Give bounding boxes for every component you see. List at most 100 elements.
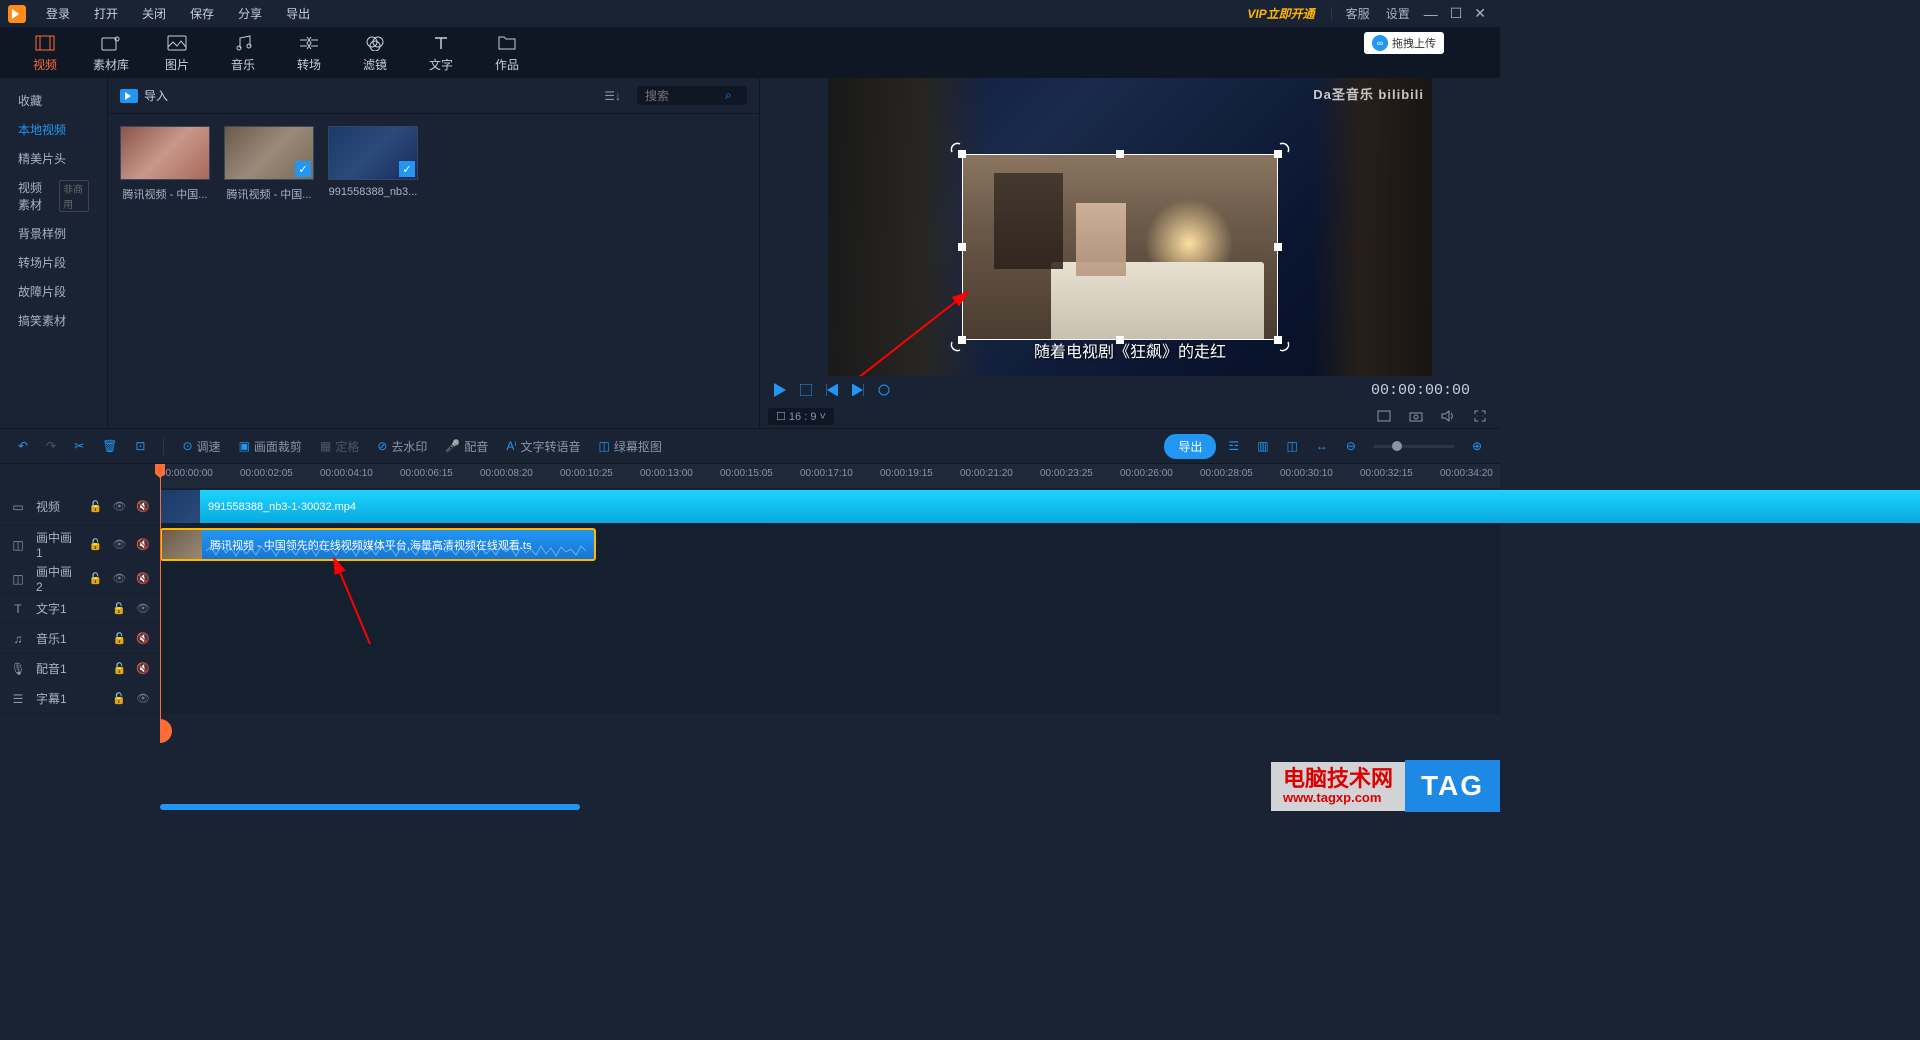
- upload-button[interactable]: ∞ 拖拽上传: [1364, 32, 1444, 54]
- import-button[interactable]: 导入: [120, 87, 168, 104]
- record-button[interactable]: [872, 378, 896, 402]
- tab-works[interactable]: 作品: [474, 33, 540, 73]
- rotate-handle[interactable]: [949, 339, 963, 353]
- lock-icon[interactable]: 🔓: [113, 662, 127, 675]
- stop-button[interactable]: [794, 378, 818, 402]
- media-item[interactable]: ✓ 991558388_nb3...: [328, 126, 418, 198]
- menu-open[interactable]: 打开: [82, 5, 130, 22]
- menu-export[interactable]: 导出: [274, 5, 322, 22]
- nav-local-video[interactable]: 本地视频: [0, 115, 107, 144]
- media-item[interactable]: 腾讯视频 - 中国...: [120, 126, 210, 202]
- menu-close[interactable]: 关闭: [130, 5, 178, 22]
- nav-funny[interactable]: 搞笑素材: [0, 306, 107, 335]
- minimize-icon[interactable]: —: [1418, 6, 1444, 22]
- mute-icon[interactable]: 🔇: [136, 500, 150, 513]
- resize-handle[interactable]: [1116, 336, 1124, 344]
- media-item[interactable]: ✓ 腾讯视频 - 中国...: [224, 126, 314, 202]
- tool-icon-1[interactable]: ☲: [1222, 435, 1245, 457]
- search-box[interactable]: ⌕: [637, 86, 747, 105]
- next-button[interactable]: [846, 378, 870, 402]
- mute-icon[interactable]: 🔇: [136, 538, 150, 551]
- lock-icon[interactable]: 🔓: [113, 632, 127, 645]
- nav-glitch[interactable]: 故障片段: [0, 277, 107, 306]
- video-clip[interactable]: 991558388_nb3-1-30032.mp4: [160, 490, 1920, 523]
- rotate-handle[interactable]: [1277, 339, 1291, 353]
- nav-favorites[interactable]: 收藏: [0, 86, 107, 115]
- fullscreen-icon[interactable]: [1468, 404, 1492, 428]
- prev-button[interactable]: [820, 378, 844, 402]
- lock-icon[interactable]: 🔓: [112, 692, 126, 705]
- support-button[interactable]: 客服: [1338, 5, 1378, 22]
- nav-stock[interactable]: 视频素材非商用: [0, 173, 107, 219]
- tts-button[interactable]: Aⁱ文字转语音: [500, 434, 586, 459]
- camera-icon[interactable]: [1404, 404, 1428, 428]
- crop-split-button[interactable]: ⊡: [129, 435, 151, 457]
- tool-icon-3[interactable]: ◫: [1281, 435, 1304, 457]
- tab-image[interactable]: 图片: [144, 33, 210, 73]
- zoom-out-icon[interactable]: ⊖: [1340, 435, 1362, 457]
- eye-icon[interactable]: 👁: [112, 500, 126, 513]
- timeline-scrollbar[interactable]: [160, 804, 580, 810]
- rotate-handle[interactable]: [949, 141, 963, 155]
- menu-share[interactable]: 分享: [226, 5, 274, 22]
- resize-handle[interactable]: [958, 243, 966, 251]
- crop-frame-button[interactable]: ▣画面裁剪: [233, 434, 308, 459]
- nav-intros[interactable]: 精美片头: [0, 144, 107, 173]
- greenscreen-button[interactable]: ◫绿幕抠图: [593, 434, 668, 459]
- timeline-ruler[interactable]: 00:00:00:0000:00:02:0500:00:04:1000:00:0…: [160, 464, 1500, 488]
- lock-icon[interactable]: 🔓: [112, 602, 126, 615]
- eye-icon[interactable]: 👁: [136, 692, 150, 705]
- tab-transition[interactable]: 转场: [276, 33, 342, 73]
- tab-music[interactable]: 音乐: [210, 33, 276, 73]
- nav-transitions[interactable]: 转场片段: [0, 248, 107, 277]
- lock-icon[interactable]: 🔓: [89, 572, 103, 585]
- pip-overlay[interactable]: [962, 154, 1278, 340]
- pip-clip[interactable]: 腾讯视频 - 中国领先的在线视频媒体平台,海量高清视频在线观看.ts: [160, 528, 596, 561]
- resize-handle[interactable]: [1116, 150, 1124, 158]
- tab-library[interactable]: 素材库: [78, 33, 144, 73]
- sort-icon[interactable]: ☰↓: [598, 89, 627, 103]
- cut-button[interactable]: ✂: [68, 435, 90, 457]
- freeze-button[interactable]: ▦定格: [314, 434, 365, 459]
- delete-button[interactable]: 🗑: [96, 435, 123, 457]
- dub-button[interactable]: 🎤配音: [439, 434, 494, 459]
- resize-handle[interactable]: [1274, 243, 1282, 251]
- search-input[interactable]: [645, 89, 725, 103]
- play-button[interactable]: [768, 378, 792, 402]
- eye-icon[interactable]: 👁: [136, 602, 150, 615]
- aspect-select[interactable]: ☐ 16 : 9 ˅: [768, 408, 834, 425]
- tool-icon-2[interactable]: ▥: [1251, 435, 1274, 457]
- zoom-slider[interactable]: [1374, 445, 1454, 448]
- nav-backgrounds[interactable]: 背景样例: [0, 219, 107, 248]
- end-marker[interactable]: [160, 719, 172, 743]
- redo-button[interactable]: ↷: [40, 435, 62, 457]
- vip-button[interactable]: VIP立即开通: [1237, 5, 1324, 22]
- tab-video[interactable]: 视频: [12, 33, 78, 73]
- mute-icon[interactable]: 🔇: [136, 632, 150, 645]
- volume-icon[interactable]: [1436, 404, 1460, 428]
- lock-icon[interactable]: 🔓: [89, 538, 103, 551]
- menu-save[interactable]: 保存: [178, 5, 226, 22]
- mute-icon[interactable]: 🔇: [136, 572, 150, 585]
- mute-icon[interactable]: 🔇: [136, 662, 150, 675]
- login-button[interactable]: 登录: [34, 5, 82, 22]
- eye-icon[interactable]: 👁: [112, 572, 126, 585]
- preview-canvas[interactable]: Da圣音乐 bilibili 随着电视剧《狂飙》的走红: [828, 78, 1432, 376]
- rotate-handle[interactable]: [1277, 141, 1291, 155]
- eye-icon[interactable]: 👁: [112, 538, 126, 551]
- undo-button[interactable]: ↶: [12, 435, 34, 457]
- search-icon[interactable]: ⌕: [725, 88, 732, 103]
- close-icon[interactable]: ✕: [1468, 5, 1492, 22]
- tool-icon-4[interactable]: ↔: [1310, 435, 1334, 457]
- export-button[interactable]: 导出: [1164, 434, 1216, 459]
- tab-filter[interactable]: 滤镜: [342, 33, 408, 73]
- zoom-in-icon[interactable]: ⊕: [1466, 435, 1488, 457]
- settings-button[interactable]: 设置: [1378, 5, 1418, 22]
- maximize-icon[interactable]: ☐: [1444, 5, 1469, 22]
- playhead[interactable]: [160, 464, 161, 724]
- speed-button[interactable]: ⊙调速: [176, 434, 226, 459]
- remove-watermark-button[interactable]: ⊘去水印: [371, 434, 433, 459]
- tab-text[interactable]: 文字: [408, 33, 474, 73]
- screenshot-icon[interactable]: [1372, 404, 1396, 428]
- lock-icon[interactable]: 🔓: [89, 500, 103, 513]
